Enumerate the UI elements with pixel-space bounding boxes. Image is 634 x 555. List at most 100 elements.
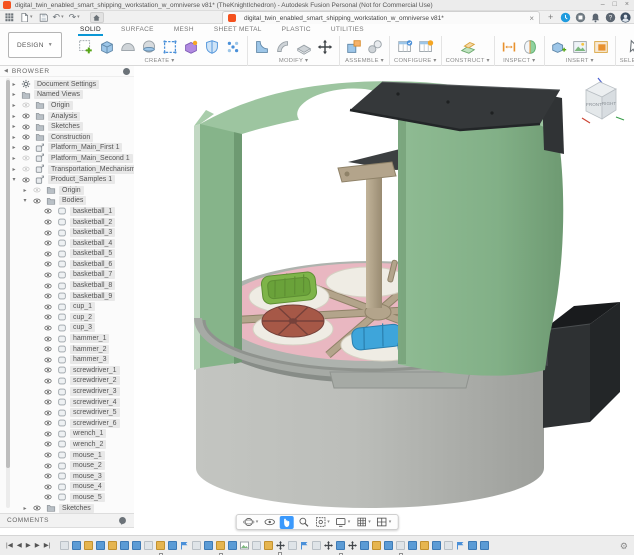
browser-item-screwdriver-5[interactable]: screwdriver_5 <box>0 407 134 418</box>
visibility-eye-icon[interactable] <box>20 133 32 141</box>
visibility-eye-icon[interactable] <box>42 239 54 247</box>
move-copy-icon[interactable] <box>315 36 335 57</box>
suppressed-feature-icon[interactable] <box>312 541 321 550</box>
visibility-eye-icon[interactable] <box>42 388 54 396</box>
feature-icon[interactable] <box>432 541 441 550</box>
go-to-start-button[interactable]: |◀ <box>6 541 13 551</box>
browser-item-wrench-2[interactable]: wrench_2 <box>0 439 134 450</box>
ribbon-group-label[interactable]: MODIFY ▾ <box>279 58 308 64</box>
visibility-eye-icon[interactable] <box>42 377 54 385</box>
go-to-end-button[interactable]: ▶| <box>44 541 51 551</box>
visibility-eye-icon[interactable] <box>42 313 54 321</box>
suppressed-feature-icon[interactable] <box>444 541 453 550</box>
fit-button[interactable]: ▾ <box>313 516 331 529</box>
visibility-eye-icon[interactable] <box>42 451 54 459</box>
press-pull-icon[interactable] <box>252 36 272 57</box>
create-pattern-icon[interactable] <box>223 36 243 57</box>
insert-decal-icon[interactable] <box>591 36 611 57</box>
comments-bar[interactable]: COMMENTS <box>0 513 134 528</box>
select-icon[interactable] <box>624 36 634 57</box>
browser-item-basketball-4[interactable]: basketball_4 <box>0 238 134 249</box>
document-tab[interactable]: digital_twin_enabled_smart_shipping_work… <box>222 11 540 24</box>
browser-item-mouse-5[interactable]: mouse_5 <box>0 492 134 503</box>
visibility-eye-icon[interactable] <box>42 483 54 491</box>
ribbon-tab-utilities[interactable]: UTILITIES <box>329 26 366 36</box>
expander-closed-icon[interactable]: ▸ <box>10 155 18 162</box>
suppressed-feature-icon[interactable] <box>60 541 69 550</box>
browser-collapse-button[interactable]: ◀ <box>4 68 8 74</box>
extensions-icon[interactable] <box>575 12 586 23</box>
sketch-feature-icon[interactable] <box>420 541 429 550</box>
browser-item-mouse-3[interactable]: mouse_3 <box>0 471 134 482</box>
visibility-eye-icon[interactable] <box>31 504 43 512</box>
browser-item-basketball-1[interactable]: basketball_1 <box>0 206 134 217</box>
browser-item-cup-1[interactable]: cup_1 <box>0 301 134 312</box>
feature-icon[interactable] <box>204 541 213 550</box>
browser-item-basketball-8[interactable]: basketball_8 <box>0 280 134 291</box>
viewport-3d[interactable]: FRONT RIGHT ◀ BROWSER ▸Document Settings… <box>0 66 634 535</box>
ribbon-group-label[interactable]: INSPECT ▾ <box>503 58 535 64</box>
feature-icon[interactable] <box>96 541 105 550</box>
visibility-eye-icon[interactable] <box>31 186 43 194</box>
visibility-eye-icon[interactable] <box>42 335 54 343</box>
visibility-eye-icon[interactable] <box>31 197 43 205</box>
expander-closed-icon[interactable]: ▸ <box>10 166 18 173</box>
shell-icon[interactable] <box>294 36 314 57</box>
ribbon-tab-solid[interactable]: SOLID <box>78 26 103 36</box>
visibility-eye-icon[interactable] <box>20 112 32 120</box>
browser-item-sketches[interactable]: ▸Sketches <box>0 503 134 513</box>
sketch-feature-icon[interactable] <box>108 541 117 550</box>
section-analysis-icon[interactable] <box>520 36 540 57</box>
visibility-eye-icon[interactable] <box>42 271 54 279</box>
model-enclosure-right-wall[interactable] <box>398 112 563 375</box>
visibility-eye-icon[interactable] <box>42 229 54 237</box>
display-settings-button[interactable]: ▾ <box>334 516 352 529</box>
browser-item-hammer-1[interactable]: hammer_1 <box>0 333 134 344</box>
browser-item-cup-3[interactable]: cup_3 <box>0 323 134 334</box>
browser-item-screwdriver-6[interactable]: screwdriver_6 <box>0 418 134 429</box>
construct-plane-icon[interactable] <box>458 36 478 57</box>
expander-closed-icon[interactable]: ▸ <box>10 113 18 120</box>
step-back-button[interactable]: ◀ <box>17 541 22 551</box>
new-component-icon[interactable] <box>344 36 364 57</box>
browser-item-mouse-1[interactable]: mouse_1 <box>0 450 134 461</box>
browser-item-basketball-5[interactable]: basketball_5 <box>0 249 134 260</box>
browser-item-mouse-2[interactable]: mouse_2 <box>0 460 134 471</box>
visibility-eye-icon[interactable] <box>20 144 32 152</box>
generative-design-icon[interactable] <box>202 36 222 57</box>
create-sphere-icon[interactable] <box>139 36 159 57</box>
expander-closed-icon[interactable]: ▸ <box>10 91 18 98</box>
browser-item-wrench-1[interactable]: wrench_1 <box>0 429 134 440</box>
expander-closed-icon[interactable]: ▸ <box>10 144 18 151</box>
browser-item-basketball-3[interactable]: basketball_3 <box>0 227 134 238</box>
configuration-icon[interactable] <box>395 36 415 57</box>
feature-icon[interactable] <box>336 541 345 550</box>
expander-closed-icon[interactable]: ▸ <box>10 102 18 109</box>
suppressed-feature-icon[interactable] <box>252 541 261 550</box>
visibility-eye-icon[interactable] <box>20 165 32 173</box>
visibility-eye-icon[interactable] <box>42 207 54 215</box>
visibility-eye-icon[interactable] <box>42 419 54 427</box>
create-box-icon[interactable] <box>97 36 117 57</box>
create-sketch-icon[interactable] <box>76 36 96 57</box>
suppressed-feature-icon[interactable] <box>288 541 297 550</box>
ribbon-group-label[interactable]: CONSTRUCT ▾ <box>446 58 490 64</box>
feature-icon[interactable] <box>168 541 177 550</box>
sketch-feature-icon[interactable] <box>216 541 225 550</box>
browser-item-sketches[interactable]: ▸Sketches <box>0 121 134 132</box>
viewports-button[interactable]: ▾ <box>375 516 393 529</box>
visibility-eye-icon[interactable] <box>42 366 54 374</box>
browser-item-origin[interactable]: ▸Origin <box>0 185 134 196</box>
visibility-eye-icon[interactable] <box>42 409 54 417</box>
visibility-eye-icon[interactable] <box>20 101 32 109</box>
browser-item-cup-2[interactable]: cup_2 <box>0 312 134 323</box>
undo-button[interactable]: ↶▾ <box>53 12 64 22</box>
ribbon-group-label[interactable]: INSERT ▾ <box>566 58 594 64</box>
browser-item-screwdriver-3[interactable]: screwdriver_3 <box>0 386 134 397</box>
browser-item-product-samples-1[interactable]: ▾Product_Samples 1 <box>0 174 134 185</box>
grid-and-snaps-button[interactable]: ▾ <box>354 516 372 529</box>
feature-icon[interactable] <box>228 541 237 550</box>
model-green-basket[interactable] <box>261 271 318 304</box>
visibility-eye-icon[interactable] <box>42 324 54 332</box>
milestone-flag-icon[interactable] <box>300 541 309 550</box>
